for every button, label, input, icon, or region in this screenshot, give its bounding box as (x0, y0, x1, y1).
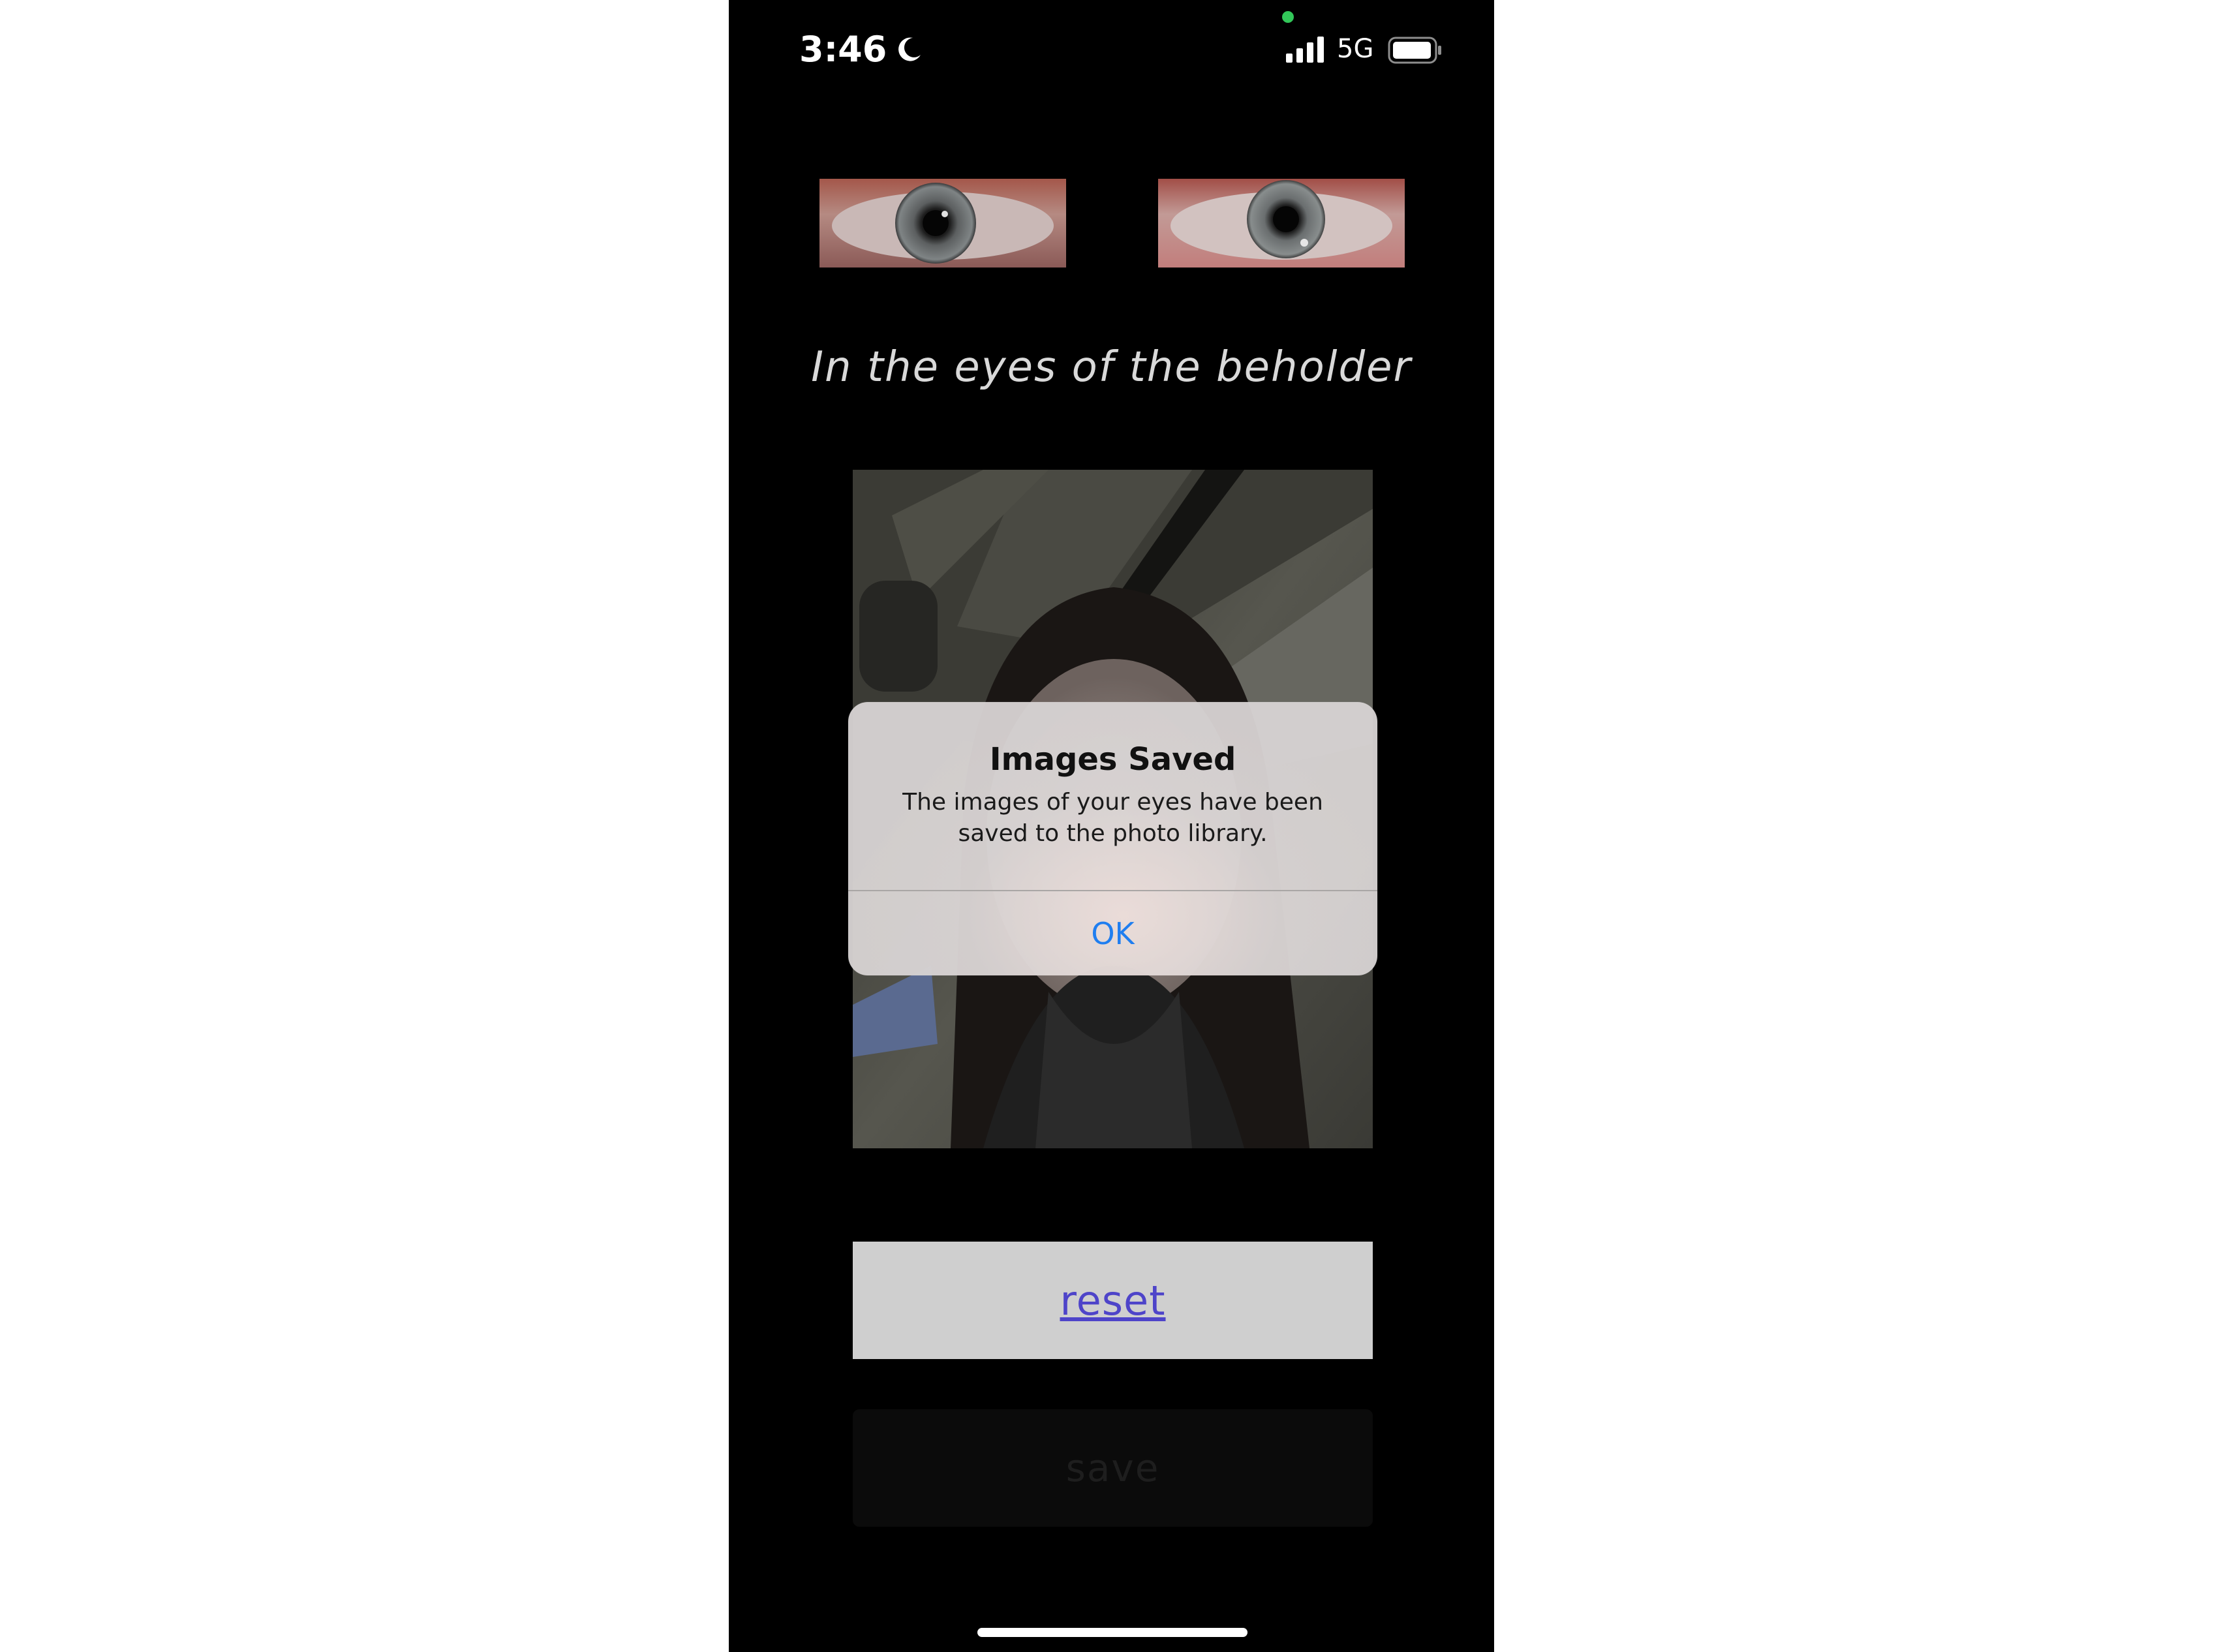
moon-icon (898, 37, 921, 61)
camera-in-use-indicator (1282, 11, 1294, 23)
save-button-label: save (1065, 1446, 1160, 1490)
app-tagline: In the eyes of the beholder (811, 343, 1412, 391)
home-indicator[interactable] (977, 1628, 1247, 1637)
network-type: 5G (1337, 34, 1374, 64)
alert-title: Images Saved (989, 741, 1236, 778)
phone-screen: 3:46 5G In the eyes of the beholder rese… (729, 0, 1494, 1652)
reset-button-label: reset (1060, 1276, 1166, 1324)
battery-icon (1388, 37, 1441, 64)
alert-ok-button[interactable]: OK (848, 891, 1377, 975)
left-eye-thumbnail (819, 179, 1066, 268)
alert-message: The images of your eyes have been saved … (902, 789, 1323, 847)
reset-button[interactable]: reset (853, 1242, 1373, 1359)
save-button[interactable]: save (853, 1409, 1373, 1527)
right-eye-thumbnail (1158, 179, 1405, 268)
signal-icon (1286, 37, 1324, 63)
images-saved-alert: Images Saved The images of your eyes hav… (848, 702, 1377, 975)
status-time: 3:46 (799, 29, 887, 70)
status-bar-clock: 3:46 (799, 29, 923, 70)
